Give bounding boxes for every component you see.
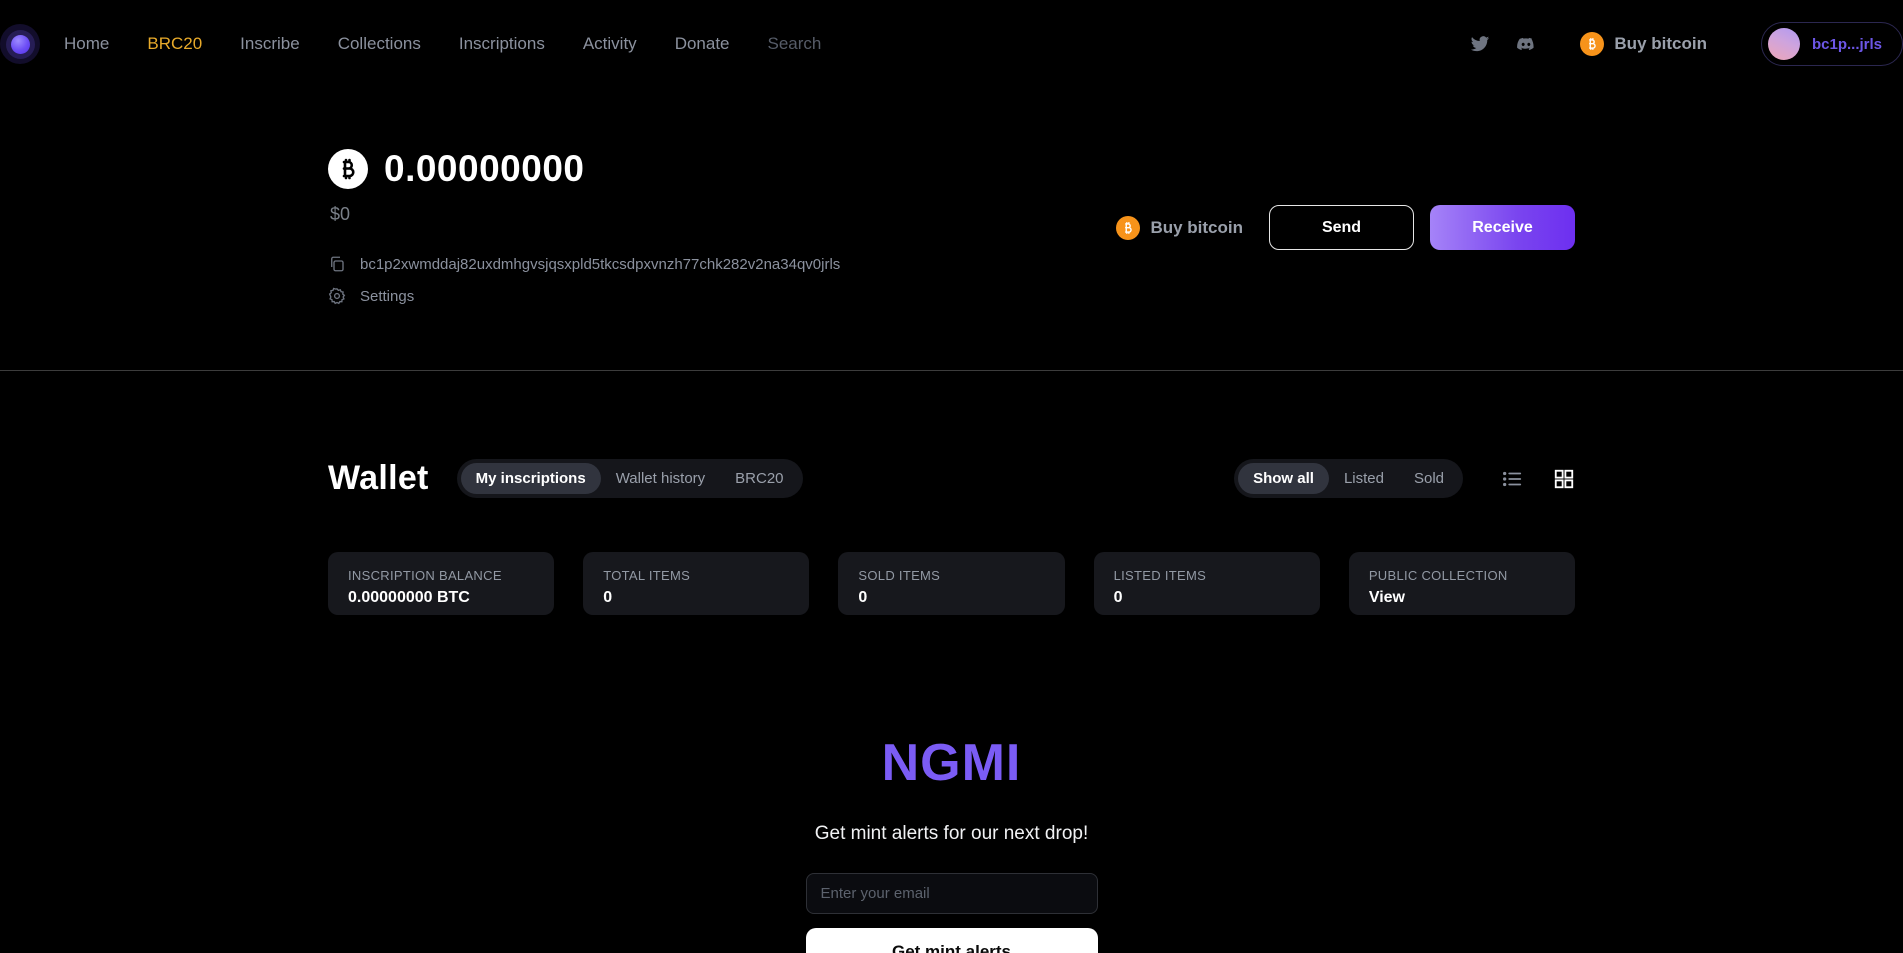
twitter-icon[interactable] [1470,34,1490,54]
tab-wallet-history[interactable]: Wallet history [601,463,720,494]
nav-links: Home BRC20 Inscribe Collections Inscript… [64,34,730,54]
balance-actions: Buy bitcoin Send Receive [1098,205,1575,250]
stat-sold-items: SOLD ITEMS 0 [838,552,1064,615]
buy-bitcoin-button[interactable]: Buy bitcoin [1116,216,1243,240]
wallet-tabs: My inscriptions Wallet history BRC20 [457,459,803,498]
stat-value: 0 [1114,589,1300,607]
search-input[interactable] [768,34,918,54]
get-mint-alerts-button[interactable]: Get mint alerts [806,928,1098,953]
top-nav: Home BRC20 Inscribe Collections Inscript… [0,0,1903,88]
stat-value: 0.00000000 BTC [348,589,534,607]
site-logo[interactable] [0,24,40,64]
buy-bitcoin-label: Buy bitcoin [1150,218,1243,238]
nav-right: Buy bitcoin bc1p...jrls [1470,22,1903,66]
tab-my-inscriptions[interactable]: My inscriptions [461,463,601,494]
wallet-filters: Show all Listed Sold [1234,459,1575,498]
email-input[interactable] [806,873,1098,914]
wallet-address-short: bc1p...jrls [1812,36,1882,53]
settings-label: Settings [360,288,414,305]
wallet-address-full: bc1p2xwmddaj82uxdmhgvsjqsxpld5tkcsdpxvnz… [360,256,840,273]
public-collection-view-link[interactable]: View [1369,589,1555,607]
filter-show-all[interactable]: Show all [1238,463,1329,494]
stat-total-items: TOTAL ITEMS 0 [583,552,809,615]
stat-label: PUBLIC COLLECTION [1369,568,1555,583]
stat-value: 0 [858,589,1044,607]
wallet-section: Wallet My inscriptions Wallet history BR… [328,371,1575,953]
bitcoin-icon [1116,216,1140,240]
filter-listed[interactable]: Listed [1329,463,1399,494]
nav-link-brc20[interactable]: BRC20 [147,34,202,54]
receive-button[interactable]: Receive [1430,205,1575,250]
avatar [1768,28,1800,60]
send-button[interactable]: Send [1269,205,1414,250]
stat-label: INSCRIPTION BALANCE [348,568,534,583]
newsletter-heading: NGMI [882,733,1022,793]
stat-inscription-balance: INSCRIPTION BALANCE 0.00000000 BTC [328,552,554,615]
settings-button[interactable]: Settings [328,287,1575,305]
nav-buy-bitcoin-button[interactable]: Buy bitcoin [1580,32,1707,56]
balance-section: 0.00000000 $0 bc1p2xwmddaj82uxdmhgvsjqsx… [0,88,1903,370]
nav-link-home[interactable]: Home [64,34,109,54]
bitcoin-icon [1580,32,1604,56]
logo-ring [6,30,35,59]
stat-public-collection: PUBLIC COLLECTION View [1349,552,1575,615]
bitcoin-balance-icon [328,149,368,189]
nav-buy-bitcoin-label: Buy bitcoin [1614,34,1707,54]
list-view-icon[interactable] [1501,468,1523,490]
gear-icon [328,287,346,305]
nav-link-inscribe[interactable]: Inscribe [240,34,300,54]
wallet-stats: INSCRIPTION BALANCE 0.00000000 BTC TOTAL… [328,552,1575,615]
balance-row: 0.00000000 [328,148,1575,190]
stat-label: SOLD ITEMS [858,568,1044,583]
wallet-account-pill[interactable]: bc1p...jrls [1761,22,1903,66]
filter-sold[interactable]: Sold [1399,463,1459,494]
btc-balance-amount: 0.00000000 [384,148,584,190]
newsletter-section: NGMI Get mint alerts for our next drop! … [328,733,1575,953]
stat-value: 0 [603,589,789,607]
stat-label: LISTED ITEMS [1114,568,1300,583]
logo-core [11,35,30,54]
wallet-header: Wallet My inscriptions Wallet history BR… [328,371,1575,498]
wallet-title: Wallet [328,459,429,498]
stat-label: TOTAL ITEMS [603,568,789,583]
nav-link-donate[interactable]: Donate [675,34,730,54]
wallet-address-row[interactable]: bc1p2xwmddaj82uxdmhgvsjqsxpld5tkcsdpxvnz… [328,255,1575,273]
nav-link-collections[interactable]: Collections [338,34,421,54]
filter-group: Show all Listed Sold [1234,459,1463,498]
nav-link-inscriptions[interactable]: Inscriptions [459,34,545,54]
tab-brc20[interactable]: BRC20 [720,463,798,494]
newsletter-subheading: Get mint alerts for our next drop! [815,823,1089,845]
grid-view-icon[interactable] [1553,468,1575,490]
discord-icon[interactable] [1516,34,1536,54]
stat-listed-items: LISTED ITEMS 0 [1094,552,1320,615]
view-toggle [1501,468,1575,490]
nav-link-activity[interactable]: Activity [583,34,637,54]
copy-icon[interactable] [328,255,346,273]
